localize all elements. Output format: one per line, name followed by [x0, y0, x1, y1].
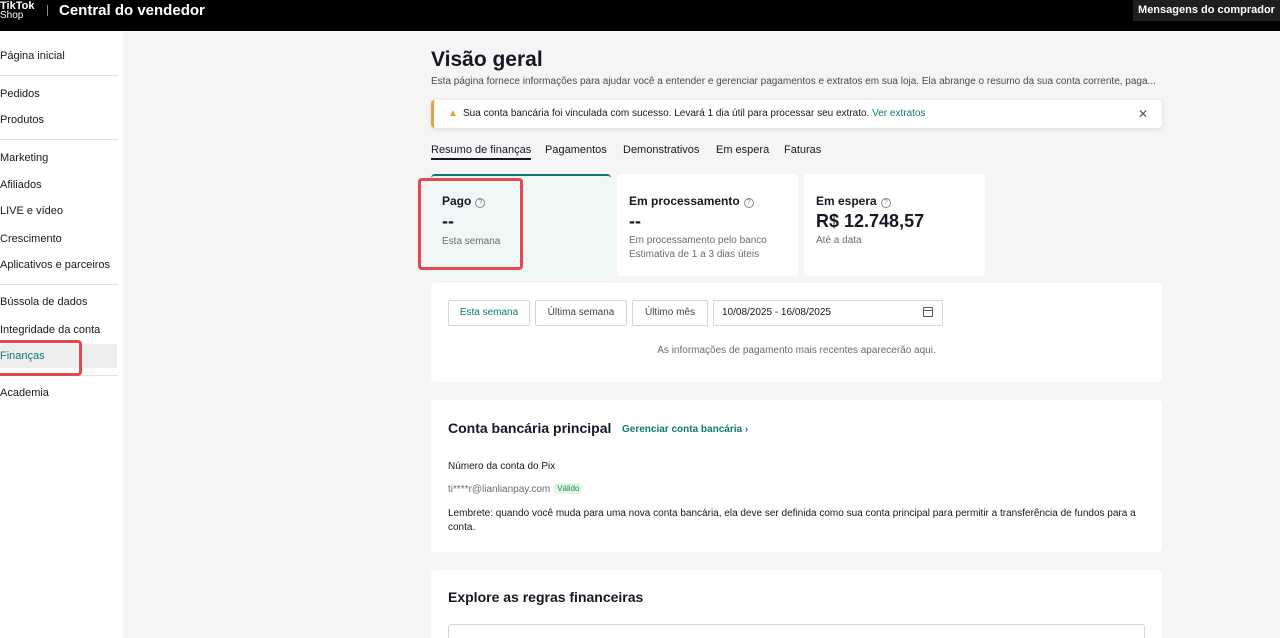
app-title: Central do vendedor [59, 2, 205, 19]
calendar-icon [923, 307, 933, 317]
page-description: Esta página fornece informações para aju… [431, 76, 1156, 87]
sidebar: Página inicial Pedidos Produtos Marketin… [0, 31, 123, 638]
sidebar-item-marketing[interactable]: Marketing [0, 146, 117, 170]
alert-message: Sua conta bancária foi vinculada com suc… [463, 108, 925, 119]
highlight-box-financas [0, 340, 82, 376]
success-alert: ▲ Sua conta bancária foi vinculada com s… [431, 100, 1162, 128]
alert-text: Sua conta bancária foi vinculada com suc… [463, 108, 870, 119]
filter-last-week-button[interactable]: Última semana [535, 300, 627, 326]
top-bar: TikTok Shop Central do vendedor Mensagen… [0, 0, 1280, 31]
empty-state-message: As informações de pagamento mais recente… [657, 345, 936, 356]
topbar-divider [47, 5, 48, 16]
manage-bank-account-label: Gerenciar conta bancária [622, 424, 743, 435]
financial-rules-panel: Explore as regras financeiras [431, 570, 1162, 638]
summary-card-on-hold[interactable]: Em espera? R$ 12.748,57 Até a data [804, 174, 985, 276]
sidebar-item-live-video[interactable]: LIVE e vídeo [0, 199, 117, 223]
card-subtitle: Até a data [816, 235, 862, 246]
sidebar-divider [0, 284, 118, 285]
bank-section-title: Conta bancária principal [448, 420, 612, 436]
tab-resumo-financas[interactable]: Resumo de finanças [431, 144, 532, 160]
pix-account-email: ti****r@lianlianpay.com [448, 484, 551, 495]
tab-faturas[interactable]: Faturas [784, 144, 821, 160]
page-title: Visão geral [431, 48, 543, 71]
card-value: -- [629, 211, 641, 231]
rules-content-box [448, 624, 1145, 638]
card-subtitle-2: Estimativa de 1 a 3 dias úteis [629, 249, 760, 260]
tiktok-shop-logo[interactable]: TikTok Shop [0, 1, 40, 21]
sidebar-item-bussola[interactable]: Bússola de dados [0, 290, 117, 314]
tab-demonstrativos[interactable]: Demonstrativos [623, 144, 699, 160]
summary-card-processing[interactable]: Em processamento? -- Em processamento pe… [617, 174, 798, 276]
pix-account-row: ti****r@lianlianpay.com Válido [448, 483, 584, 495]
sidebar-divider [0, 139, 118, 140]
card-title: Em espera? [816, 194, 891, 208]
date-range-value: 10/08/2025 - 16/08/2025 [722, 307, 831, 318]
help-icon[interactable]: ? [880, 198, 891, 208]
card-title: Em processamento? [629, 194, 754, 208]
help-icon[interactable]: ? [743, 198, 754, 208]
card-value: R$ 12.748,57 [816, 211, 925, 231]
payments-filter-panel: Esta semana Última semana Último mês 10/… [431, 283, 1162, 382]
sidebar-item-crescimento[interactable]: Crescimento [0, 227, 117, 251]
tab-em-espera[interactable]: Em espera [716, 144, 769, 160]
tab-pagamentos[interactable]: Pagamentos [545, 144, 607, 160]
buyer-messages-button[interactable]: Mensagens do comprador [1133, 0, 1280, 21]
sidebar-item-academia[interactable]: Academia [0, 381, 117, 405]
bank-reminder-text: Lembrete: quando você muda para uma nova… [448, 508, 1136, 533]
valid-badge: Válido [553, 483, 584, 494]
card-subtitle: Em processamento pelo banco [629, 235, 767, 246]
logo-line2: Shop [0, 10, 24, 21]
card-title-text: Em processamento [629, 194, 740, 208]
primary-bank-account-panel: Conta bancária principal Gerenciar conta… [431, 400, 1162, 552]
warning-icon: ▲ [448, 108, 458, 119]
sidebar-divider [0, 75, 118, 76]
manage-bank-account-link[interactable]: Gerenciar conta bancária › [622, 424, 748, 435]
pix-account-label: Número da conta do Pix [448, 461, 556, 472]
sidebar-item-integridade[interactable]: Integridade da conta [0, 318, 117, 342]
sidebar-item-afiliados[interactable]: Afiliados [0, 173, 117, 197]
card-title-text: Em espera [816, 194, 877, 208]
date-range-picker[interactable]: 10/08/2025 - 16/08/2025 [713, 300, 943, 326]
filter-this-week-button[interactable]: Esta semana [448, 300, 530, 326]
close-icon[interactable]: ✕ [1138, 107, 1148, 121]
chevron-right-icon: › [744, 424, 749, 435]
sidebar-item-pagina-inicial[interactable]: Página inicial [0, 44, 117, 68]
rules-section-title: Explore as regras financeiras [448, 589, 644, 605]
sidebar-item-aplicativos[interactable]: Aplicativos e parceiros [0, 253, 117, 277]
sidebar-item-produtos[interactable]: Produtos [0, 108, 117, 132]
view-statements-link[interactable]: Ver extratos [872, 108, 925, 119]
filter-last-month-button[interactable]: Último mês [632, 300, 708, 326]
sidebar-item-pedidos[interactable]: Pedidos [0, 82, 117, 106]
highlight-box-paid [418, 178, 523, 270]
